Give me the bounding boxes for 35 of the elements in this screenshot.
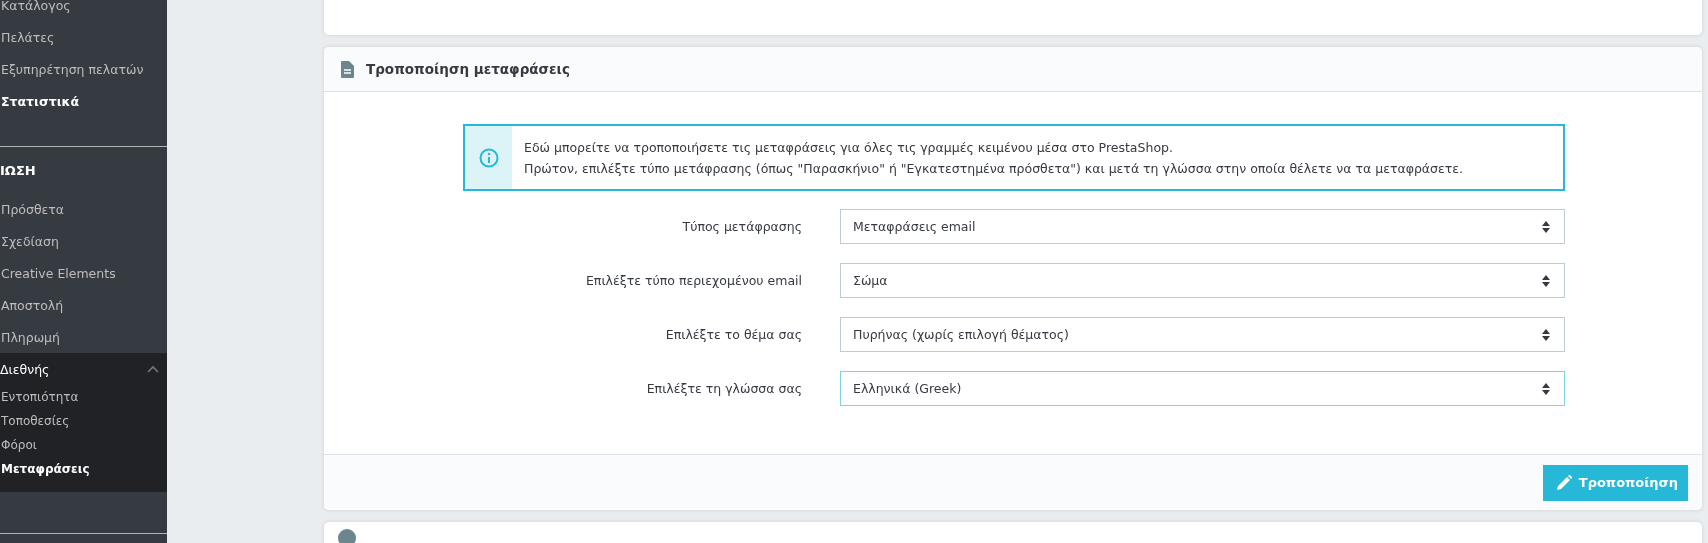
sidebar-item[interactable]: Πελάτες: [1, 29, 55, 45]
sort-arrows-icon: [1542, 328, 1550, 341]
dropdown[interactable]: Μεταφράσεις email: [840, 209, 1565, 244]
sidebar-item[interactable]: Εντοπιότητα: [1, 390, 79, 404]
sidebar-item[interactable]: Πρόσθετα: [1, 201, 65, 217]
field-label: Επιλέξτε τη γλώσσα σας: [646, 381, 802, 396]
sort-arrows-icon: [1542, 220, 1550, 233]
dropdown[interactable]: Ελληνικά (Greek): [840, 371, 1565, 406]
sidebar-group[interactable]: Διεθνής: [0, 361, 50, 377]
sidebar-item[interactable]: Εξυπηρέτηση πελατών: [1, 61, 144, 77]
sidebar-item[interactable]: Κατάλογος: [1, 0, 71, 13]
info-text: Εδώ μπορείτε να τροποποιήσετε τις μεταφράσεις για όλες τις γραμμές κειμένου μέσα στο PrestaShop.: [524, 138, 1174, 157]
document-icon: [341, 60, 354, 78]
section-title: ΙΩΣΗ: [0, 162, 36, 178]
sidebar-item[interactable]: Μεταφράσεις: [1, 462, 90, 476]
sidebar-item[interactable]: Creative Elements: [1, 265, 116, 281]
sort-arrows-icon: [1542, 382, 1550, 395]
sidebar-item[interactable]: Φόροι: [1, 438, 37, 452]
sort-arrows-icon: [1542, 274, 1550, 287]
chevron-icon[interactable]: [147, 365, 159, 373]
pencil-icon: [1556, 475, 1572, 490]
field-label: Επιλέξτε το θέμα σας: [665, 327, 802, 342]
panel-title: Τροποποίηση μεταφράσεις: [366, 61, 570, 77]
dropdown[interactable]: Πυρήνας (χωρίς επιλογή θέματος): [840, 317, 1565, 352]
info-icon: [478, 147, 499, 168]
field-label: Επιλέξτε τύπο περιεχομένου email: [585, 273, 802, 288]
panel-icon: [338, 529, 356, 543]
sidebar-item[interactable]: Τοποθεσίες: [1, 414, 70, 428]
sidebar-item[interactable]: Στατιστικά: [1, 93, 79, 109]
sidebar-item[interactable]: Αποστολή: [1, 297, 64, 313]
field-label: Τύπος μετάφρασης: [682, 219, 802, 234]
dropdown[interactable]: Σώμα: [840, 263, 1565, 298]
sidebar-item[interactable]: Σχεδίαση: [1, 233, 59, 249]
sidebar-item[interactable]: Πληρωμή: [1, 329, 60, 345]
info-text: Πρώτον, επιλέξτε τύπο μετάφρασης (όπως "Παρασκήνιο" ή "Εγκατεστημένα πρόσθετα") και μετά τη γλώσσα στην οποία θέλετε να τα μεταφράσετε.: [524, 159, 1463, 178]
